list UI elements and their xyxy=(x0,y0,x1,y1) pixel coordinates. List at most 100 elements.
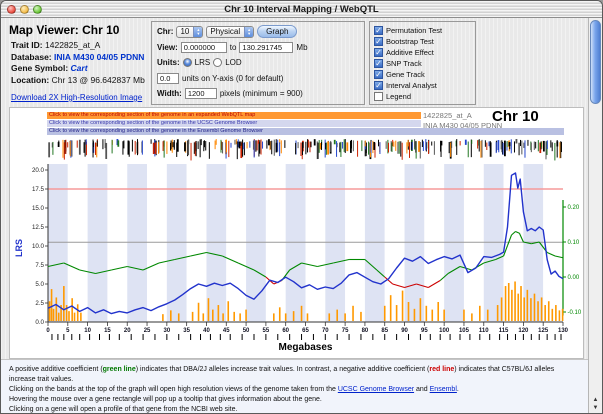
mb-suffix: Mb xyxy=(296,43,307,52)
lrs-axis-label: LRS xyxy=(14,239,24,257)
y-axis-tick-label: 12.5 xyxy=(32,224,45,231)
yaxis-units-input[interactable] xyxy=(157,73,179,84)
width-input[interactable] xyxy=(185,88,217,99)
footer-text-part: Clicking on a gene will open a profile o… xyxy=(9,406,237,413)
interval-map-plot[interactable]: 0.02.55.07.510.012.515.017.520.005101520… xyxy=(10,138,585,358)
footer-text: A positive additive coefficient (green l… xyxy=(1,359,588,413)
gene-symbol-link[interactable]: Cart xyxy=(71,63,88,73)
zoom-button[interactable] xyxy=(33,5,42,14)
x-axis-tick-label: 85 xyxy=(381,328,388,334)
footer-link[interactable]: UCSC Genome Browser xyxy=(338,386,414,393)
additive-axis-tick-label: 0.20 xyxy=(568,205,580,211)
y-axis-tick-label: 17.5 xyxy=(32,186,45,193)
unchecked-checkbox-icon[interactable] xyxy=(374,92,383,101)
checked-checkbox-icon[interactable]: ✓ xyxy=(374,26,383,35)
x-axis-tick-label: 5 xyxy=(66,328,70,334)
x-axis-tick-label: 40 xyxy=(203,328,210,334)
y-axis-right: 0.200.100.00-0.10 xyxy=(563,200,582,316)
option-permutation-test[interactable]: ✓Permutation Test xyxy=(374,25,471,36)
options-panel: ✓Permutation Test✓Bootstrap Test✓Additiv… xyxy=(369,21,476,105)
database-link[interactable]: INIA M430 04/05 PDNN xyxy=(54,52,144,62)
database-label: Database: xyxy=(11,52,52,62)
graph-button[interactable]: Graph xyxy=(257,25,297,38)
additive-axis-tick-label: -0.10 xyxy=(568,310,582,316)
yaxis-hint: units on Y-axis (0 for default) xyxy=(182,74,283,83)
webqtl-window: Chr 10 Interval Mapping / WebQTL Map Vie… xyxy=(0,0,603,414)
map-space-select[interactable]: Physical ▴▾ xyxy=(206,26,254,38)
units-lrs-radio[interactable] xyxy=(183,58,192,67)
x-axis-tick-label: 20 xyxy=(124,328,131,334)
option-bootstrap-test[interactable]: ✓Bootstrap Test xyxy=(374,36,471,47)
download-image-link[interactable]: Download 2X High-Resolution Image xyxy=(11,92,151,104)
footer-text-part: A positive additive coefficient ( xyxy=(9,366,103,373)
checked-checkbox-icon[interactable]: ✓ xyxy=(374,70,383,79)
scrollbar-arrows: ▲ ▼ xyxy=(589,396,602,412)
x-axis-tick-label: 70 xyxy=(322,328,329,334)
gene-track xyxy=(49,139,561,160)
units-lrs-label: LRS xyxy=(195,58,211,67)
checked-checkbox-icon[interactable]: ✓ xyxy=(374,37,383,46)
footer-text-part: . xyxy=(457,386,459,393)
checked-checkbox-icon[interactable]: ✓ xyxy=(374,48,383,57)
vertical-scrollbar[interactable]: ▲ ▼ xyxy=(588,18,602,413)
view-to-input[interactable] xyxy=(239,42,293,53)
option-gene-track[interactable]: ✓Gene Track xyxy=(374,69,471,80)
strip-ucsc-genome-browser[interactable]: Click to view the corresponding section … xyxy=(47,120,421,127)
x-axis-tick-label: 100 xyxy=(439,328,450,334)
scrollbar-thumb[interactable] xyxy=(590,20,601,104)
x-axis-tick-label: 80 xyxy=(362,328,369,334)
width-label: Width: xyxy=(157,89,182,98)
footer-text-part: Hovering the mouse over a gene rectangle… xyxy=(9,396,322,403)
page-title: Map Viewer: Chr 10 xyxy=(9,23,119,37)
footer-line: Clicking on a gene will open a profile o… xyxy=(9,405,580,414)
trait-info-panel: Trait ID: 1422825_at_A Database: INIA M4… xyxy=(11,40,151,104)
x-axis-tick-label: 30 xyxy=(164,328,171,334)
footer-link[interactable]: Ensembl xyxy=(430,386,457,393)
scroll-down-button[interactable]: ▼ xyxy=(589,404,602,412)
main-area: Map Viewer: Chr 10 Trait ID: 1422825_at_… xyxy=(1,18,588,413)
option-label: Gene Track xyxy=(386,70,425,79)
x-axis-tick-label: 60 xyxy=(282,328,289,334)
megabases-label: Megabases xyxy=(279,342,333,353)
x-axis-tick-label: 130 xyxy=(558,328,569,334)
location-label: Location: xyxy=(11,75,49,85)
trait-id-label: Trait ID: xyxy=(11,40,43,50)
x-axis-tick-label: 10 xyxy=(84,328,91,334)
option-label: SNP Track xyxy=(386,59,422,68)
option-additive-effect[interactable]: ✓Additive Effect xyxy=(374,47,471,58)
option-label: Permutation Test xyxy=(386,26,442,35)
strip-ensembl-genome-browser[interactable]: Click to view the corresponding section … xyxy=(47,128,564,135)
footer-line: Clicking on the bands at the top of the … xyxy=(9,385,580,395)
band-group xyxy=(48,164,563,322)
y-axis-tick-label: 7.5 xyxy=(35,262,44,269)
footer-line: A positive additive coefficient (green l… xyxy=(9,365,580,385)
window-titlebar[interactable]: Chr 10 Interval Mapping / WebQTL xyxy=(1,1,602,18)
additive-axis-tick-label: 0.10 xyxy=(568,240,580,246)
minimize-button[interactable] xyxy=(20,5,29,14)
window-controls xyxy=(7,5,42,14)
units-lod-label: LOD xyxy=(225,58,241,67)
option-interval-analyst[interactable]: ✓Interval Analyst xyxy=(374,80,471,91)
scroll-up-button[interactable]: ▲ xyxy=(589,396,602,404)
units-lod-radio[interactable] xyxy=(213,58,222,67)
footer-line: Hovering the mouse over a gene rectangle… xyxy=(9,395,580,405)
close-button[interactable] xyxy=(7,5,16,14)
strip-expanded-webqtl-map[interactable]: Click to view the corresponding section … xyxy=(47,112,421,119)
y-axis-tick-label: 10.0 xyxy=(32,243,45,250)
checked-checkbox-icon[interactable]: ✓ xyxy=(374,81,383,90)
option-legend[interactable]: Legend xyxy=(374,91,471,102)
mapping-controls-panel: Chr: 10 ▴▾ Physical ▴▾ Graph View: to xyxy=(151,21,365,105)
x-axis-tick-label: 90 xyxy=(401,328,408,334)
x-axis-tick-label: 55 xyxy=(263,328,270,334)
x-axis-tick-label: 125 xyxy=(538,328,549,334)
checked-checkbox-icon[interactable]: ✓ xyxy=(374,59,383,68)
option-snp-track[interactable]: ✓SNP Track xyxy=(374,58,471,69)
x-axis-tick-label: 50 xyxy=(243,328,250,334)
chr-select[interactable]: 10 ▴▾ xyxy=(176,26,203,38)
view-from-input[interactable] xyxy=(181,42,227,53)
x-axis-tick-label: 110 xyxy=(479,328,489,334)
window-content: Map Viewer: Chr 10 Trait ID: 1422825_at_… xyxy=(1,18,602,413)
x-axis-tick-label: 25 xyxy=(144,328,151,334)
x-axis-tick-label: 15 xyxy=(104,328,111,334)
y-axis-tick-label: 0.0 xyxy=(35,319,44,326)
